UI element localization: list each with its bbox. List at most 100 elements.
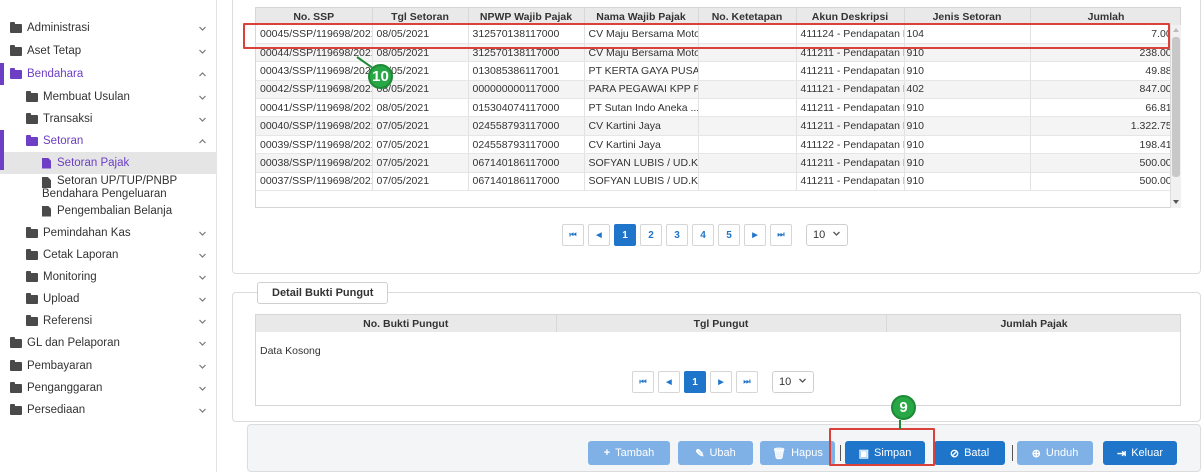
table-cell: 024558793117000 — [468, 135, 585, 155]
keluar-button[interactable]: ⇥ Keluar — [1103, 441, 1177, 465]
sidebar-item-administrasi[interactable]: Administrasi — [0, 17, 217, 39]
table-cell: 08/05/2021 — [372, 98, 469, 118]
setoran-pagination: ⏮ ◀ 1 2 3 4 5 ▶ ⏭ 10 — [562, 224, 848, 246]
page-button[interactable]: 1 — [684, 371, 706, 393]
page-button[interactable]: 4 — [692, 224, 714, 246]
folder-icon — [26, 134, 38, 146]
sidebar-item-upload[interactable]: Upload — [0, 288, 217, 310]
table-row[interactable]: 00041/SSP/119698/2021 08/05/2021 015304074… — [256, 98, 1180, 118]
hapus-button[interactable]: 🗑 Hapus — [760, 441, 835, 465]
chevron-down-icon — [198, 93, 207, 102]
sidebar-item-label: Upload — [43, 293, 80, 305]
table-row[interactable]: 00042/SSP/119698/2021 08/05/2021 000000000… — [256, 80, 1180, 100]
table-cell — [698, 80, 797, 100]
table-cell: PT Sutan Indo Aneka ... — [584, 98, 699, 118]
sidebar-item-gl-dan-pelaporan[interactable]: GL dan Pelaporan — [0, 332, 217, 354]
table-cell: 910 — [904, 116, 1031, 136]
active-section-bar — [0, 130, 4, 170]
sidebar-item-aset-tetap[interactable]: Aset Tetap — [0, 40, 217, 62]
document-icon — [42, 157, 51, 169]
table-cell: 067140186117000 — [468, 153, 585, 173]
scroll-down-arrow-icon[interactable] — [1173, 200, 1179, 204]
table-row[interactable]: 00038/SSP/119698/2021 07/05/2021 067140186… — [256, 153, 1180, 173]
sidebar-item-setoran-pajak[interactable]: Setoran Pajak — [0, 152, 217, 174]
folder-icon — [10, 359, 22, 371]
last-page-icon[interactable]: ⏭ — [770, 224, 792, 246]
scroll-thumb[interactable] — [1172, 37, 1180, 177]
sidebar-item-label: Cetak Laporan — [43, 249, 119, 261]
table-row[interactable]: 00040/SSP/119698/2021 07/05/2021 024558793… — [256, 116, 1180, 136]
document-icon — [42, 177, 51, 188]
document-icon — [42, 205, 51, 217]
sidebar-item-pemindahan-kas[interactable]: Pemindahan Kas — [0, 222, 217, 244]
tambah-button[interactable]: + Tambah — [588, 441, 670, 465]
table-cell: 411121 - Pendapatan P... — [796, 80, 905, 100]
table-row[interactable]: 00037/SSP/119698/2021 07/05/2021 067140186… — [256, 172, 1180, 192]
sidebar-item-bendahara[interactable]: Bendahara — [0, 63, 217, 85]
main-content: No. SSP Tgl Setoran NPWP Wajib Pajak Nama W… — [232, 0, 1203, 472]
toolbar-separator — [1012, 445, 1013, 461]
chevron-down-icon — [198, 47, 207, 56]
chevron-down-icon — [198, 295, 207, 304]
chevron-down-icon — [198, 24, 207, 33]
ubah-button[interactable]: ✎ Ubah — [678, 441, 753, 465]
sidebar-item-label-wrap: Setoran UP/TUP/PNBP Bendahara Pengeluaran — [42, 175, 177, 201]
column-header[interactable]: Tgl Pungut — [556, 315, 887, 332]
page-size-select[interactable]: 10 — [772, 371, 814, 393]
scroll-up-arrow-icon[interactable] — [1173, 28, 1179, 32]
table-cell: 07/05/2021 — [372, 135, 469, 155]
page-button[interactable]: 1 — [614, 224, 636, 246]
table-cell: 910 — [904, 172, 1031, 192]
page-button[interactable]: 2 — [640, 224, 662, 246]
chevron-down-icon — [198, 362, 207, 371]
page-size-select[interactable]: 10 — [806, 224, 848, 246]
sidebar-item-setoran[interactable]: Setoran — [0, 130, 217, 152]
table-cell: 500.000 — [1030, 153, 1180, 173]
table-cell: 024558793117000 — [468, 116, 585, 136]
sidebar-item-transaksi[interactable]: Transaksi — [0, 108, 217, 130]
sidebar-item-membuat-usulan[interactable]: Membuat Usulan — [0, 86, 217, 108]
first-page-icon[interactable]: ⏮ — [632, 371, 654, 393]
page-button[interactable]: 5 — [718, 224, 740, 246]
active-section-bar — [0, 63, 4, 85]
table-cell: 00043/SSP/119698/2021 — [256, 61, 373, 81]
chevron-down-icon — [198, 339, 207, 348]
table-cell: 411122 - Pendapatan P... — [796, 135, 905, 155]
sidebar-item-monitoring[interactable]: Monitoring — [0, 266, 217, 288]
sidebar-item-label: Persediaan — [27, 404, 86, 416]
unduh-button[interactable]: ⊕ Unduh — [1017, 441, 1093, 465]
folder-icon — [26, 314, 38, 326]
prev-page-icon[interactable]: ◀ — [588, 224, 610, 246]
sidebar-item-cetak-laporan[interactable]: Cetak Laporan — [0, 244, 217, 266]
batal-button[interactable]: ⊘ Batal — [934, 441, 1005, 465]
sidebar-item-penganggaran[interactable]: Penganggaran — [0, 377, 217, 399]
chevron-down-icon — [198, 384, 207, 393]
column-header[interactable]: Jumlah Pajak — [886, 315, 1180, 332]
next-page-icon[interactable]: ▶ — [710, 371, 732, 393]
next-page-icon[interactable]: ▶ — [744, 224, 766, 246]
sidebar-item-pengembalian-belanja[interactable]: Pengembalian Belanja — [0, 200, 217, 222]
sidebar-item-setoran-up-tup-pnbp[interactable]: Setoran UP/TUP/PNBP Bendahara Pengeluaran — [0, 173, 217, 201]
table-cell — [698, 135, 797, 155]
table-cell: 00038/SSP/119698/2021 — [256, 153, 373, 173]
table-cell: 910 — [904, 135, 1031, 155]
last-page-icon[interactable]: ⏭ — [736, 371, 758, 393]
first-page-icon[interactable]: ⏮ — [562, 224, 584, 246]
table-row[interactable]: 00043/SSP/119698/2021 08/05/2021 013085386… — [256, 61, 1180, 81]
sidebar-item-persediaan[interactable]: Persediaan — [0, 399, 217, 421]
edit-icon: ✎ — [695, 447, 705, 460]
sidebar-item-label: Administrasi — [27, 22, 90, 34]
table-cell: CV Kartini Jaya — [584, 116, 699, 136]
table-scrollbar[interactable] — [1170, 25, 1181, 208]
table-cell: 411211 - Pendapatan P... — [796, 172, 905, 192]
table-cell: SOFYAN LUBIS / UD.KU... — [584, 153, 699, 173]
column-header[interactable]: No. Bukti Pungut — [256, 315, 557, 332]
prev-page-icon[interactable]: ◀ — [658, 371, 680, 393]
sidebar-item-referensi[interactable]: Referensi — [0, 310, 217, 332]
trash-icon: 🗑 — [772, 447, 787, 460]
table-row[interactable]: 00039/SSP/119698/2021 07/05/2021 024558793… — [256, 135, 1180, 155]
page-button[interactable]: 3 — [666, 224, 688, 246]
sidebar-item-pembayaran[interactable]: Pembayaran — [0, 355, 217, 377]
folder-icon — [10, 67, 22, 79]
table-cell: 411211 - Pendapatan P... — [796, 116, 905, 136]
